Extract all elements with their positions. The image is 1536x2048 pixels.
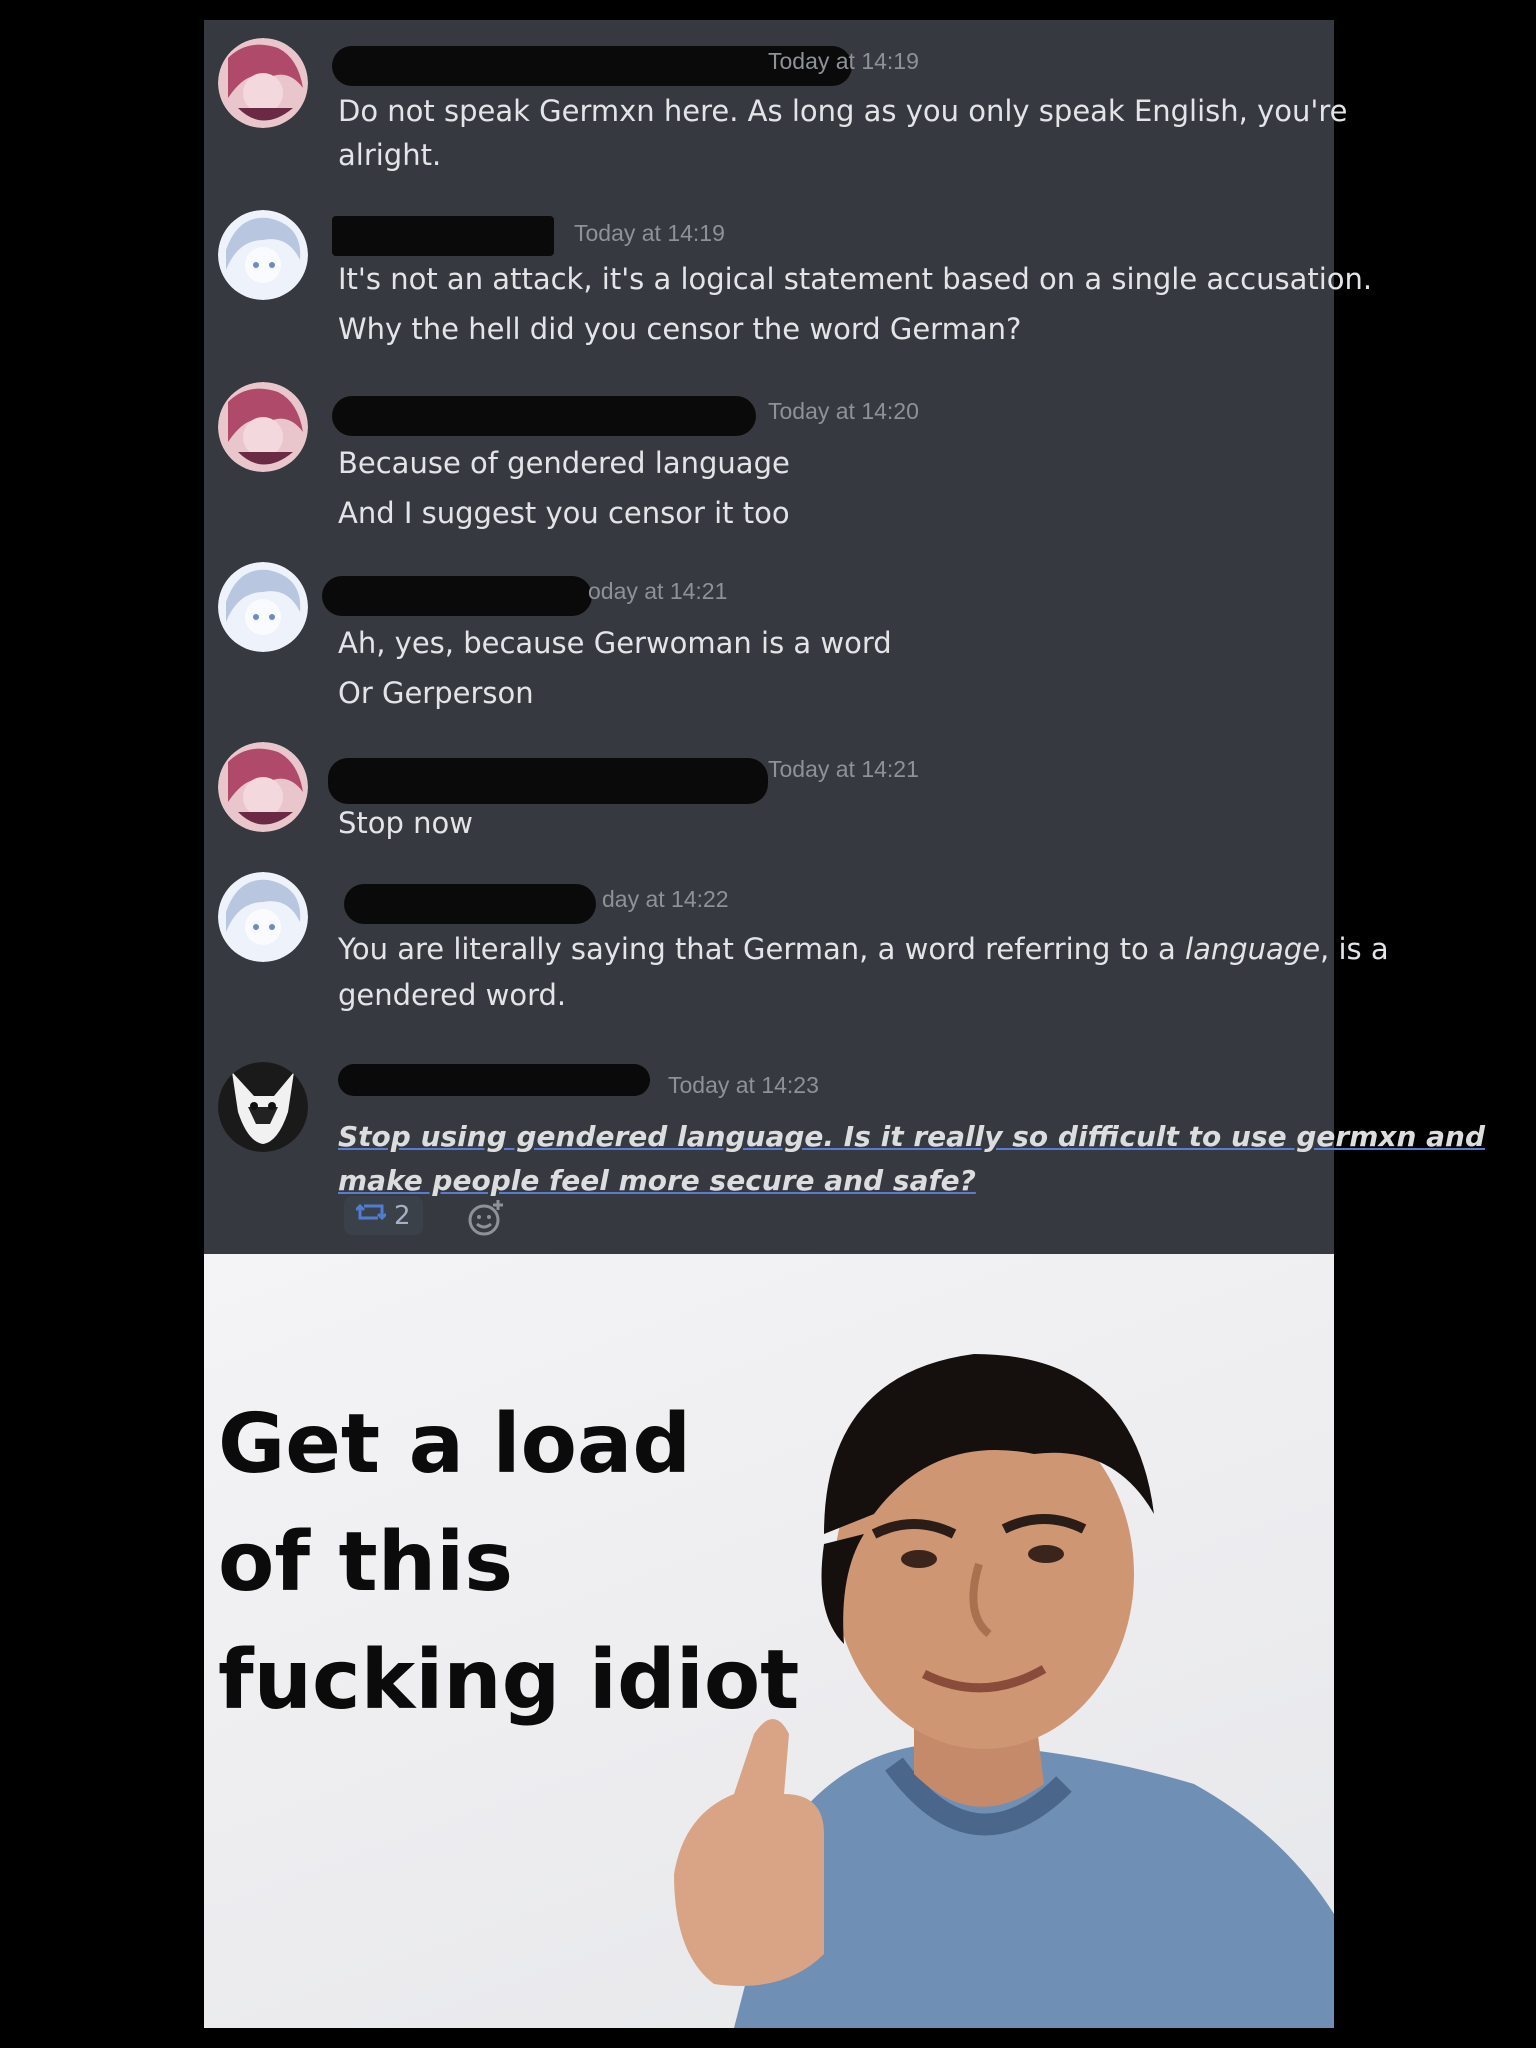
reaction-pill[interactable]: 2 (344, 1196, 423, 1235)
message-timestamp: Today at 14:19 (768, 48, 919, 74)
message-text: Because of gendered language (338, 446, 790, 480)
message-text: It's not an attack, it's a logical state… (338, 262, 1373, 296)
message-timestamp: Today at 14:20 (768, 398, 919, 424)
man-thumbs-up-photo (674, 1314, 1334, 2028)
redacted-username (344, 884, 596, 924)
redacted-username (332, 396, 756, 436)
message-timestamp: Today at 14:23 (668, 1072, 819, 1098)
reaction-count: 2 (394, 1200, 411, 1231)
avatar[interactable] (218, 382, 308, 472)
redacted-username (332, 216, 554, 256)
message-text: Or Gerperson (338, 676, 534, 710)
redacted-username (338, 1064, 650, 1096)
avatar[interactable] (218, 38, 308, 128)
meme-image-panel: Get a load of this fucking idiot (204, 1254, 1334, 2028)
message-timestamp: Today at 14:21 (768, 756, 919, 782)
message-text: And I suggest you censor it too (338, 496, 790, 530)
message-text: Stop now (338, 806, 473, 840)
add-reaction-icon[interactable] (466, 1198, 506, 1238)
message-text: gendered word. (338, 978, 567, 1012)
avatar[interactable] (218, 742, 308, 832)
avatar[interactable] (218, 872, 308, 962)
message-timestamp: oday at 14:21 (588, 578, 728, 604)
avatar[interactable] (218, 1062, 308, 1152)
chat-panel: Today at 14:19 Do not speak Germxn here.… (204, 20, 1486, 1254)
message-text: Do not speak Germxn here. As long as you… (338, 94, 1348, 128)
message-text: Stop using gendered language. Is it real… (338, 1120, 1486, 1153)
avatar[interactable] (218, 210, 308, 300)
message-text: Ah, yes, because Gerwoman is a word (338, 626, 892, 660)
message-text: Why the hell did you censor the word Ger… (338, 312, 1022, 346)
message-timestamp: Today at 14:19 (574, 220, 725, 246)
retweet-icon (354, 1200, 388, 1231)
message-text: alright. (338, 138, 442, 172)
message-text: You are literally saying that German, a … (338, 932, 1389, 966)
message-timestamp: day at 14:22 (602, 886, 729, 912)
avatar[interactable] (218, 562, 308, 652)
redacted-username (322, 576, 592, 616)
